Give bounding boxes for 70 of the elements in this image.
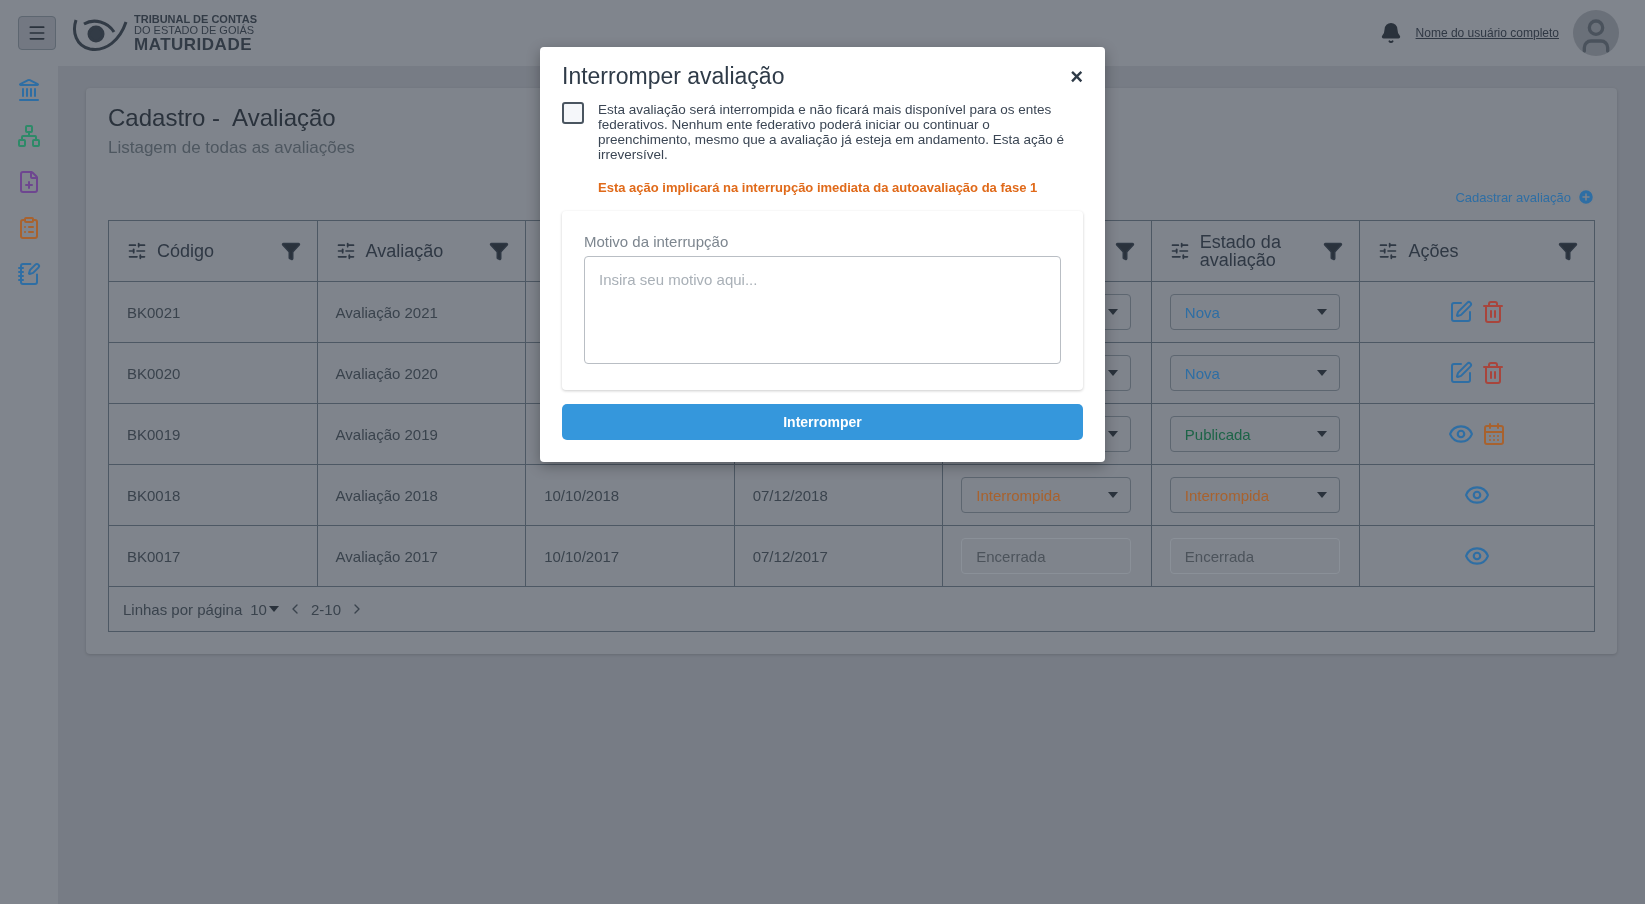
- logo-title: MATURIDADE: [134, 35, 253, 53]
- page-size-select[interactable]: 10: [250, 600, 279, 618]
- trash-icon[interactable]: [1481, 300, 1506, 324]
- table-cell: 07/12/2017: [752, 547, 828, 565]
- plus-icon[interactable]: [1577, 188, 1595, 206]
- page-range: 2-10: [310, 600, 341, 618]
- table-cell: BK0021: [127, 303, 181, 321]
- sliders-icon[interactable]: [1169, 241, 1190, 261]
- column-header[interactable]: Ações: [1360, 221, 1594, 281]
- table-cell: 10/10/2018: [544, 486, 620, 504]
- table-cell: 10/10/2017: [544, 547, 620, 565]
- caret-icon: [268, 606, 279, 612]
- column-title: Ações: [1408, 241, 1459, 261]
- column-header[interactable]: Código: [109, 221, 318, 281]
- caret-icon: [1316, 370, 1327, 376]
- column-header[interactable]: Estado da avaliação: [1151, 221, 1361, 281]
- menu-button[interactable]: [18, 16, 56, 50]
- edit-icon[interactable]: [1449, 361, 1474, 385]
- sliders-icon[interactable]: [335, 241, 356, 261]
- sliders-icon[interactable]: [1378, 241, 1399, 261]
- trash-icon[interactable]: [1481, 361, 1506, 385]
- reason-label: Motivo da interrupção: [584, 233, 730, 250]
- sliders-icon[interactable]: [127, 241, 147, 261]
- status-select[interactable]: Publicada: [1169, 416, 1340, 452]
- table-cell: BK0017: [127, 547, 181, 565]
- filter-icon[interactable]: [489, 241, 510, 261]
- clipboard-icon[interactable]: [17, 216, 41, 240]
- caret-icon: [1316, 492, 1327, 498]
- filter-icon[interactable]: [1323, 241, 1344, 261]
- caret-icon: [1108, 309, 1119, 315]
- caret-icon: [1316, 431, 1327, 437]
- table-cell: Avaliação 2019: [335, 425, 438, 443]
- caret-icon: [1316, 309, 1327, 315]
- table-cell: BK0020: [127, 364, 181, 382]
- user-name-link[interactable]: Nome do usuário completo: [1415, 26, 1559, 40]
- dialog-title: Interromper avaliação: [562, 63, 785, 90]
- table-cell: Avaliação 2018: [335, 486, 438, 504]
- reason-input[interactable]: Insira seu motivo aqui...: [584, 256, 1061, 364]
- table-cell: Avaliação 2020: [335, 364, 438, 382]
- confirm-checkbox[interactable]: [562, 102, 584, 124]
- bank-icon[interactable]: [17, 78, 41, 102]
- interrupt-button[interactable]: Interromper: [562, 404, 1083, 440]
- menu-icon[interactable]: [27, 23, 47, 43]
- table-cell: 07/12/2018: [752, 486, 828, 504]
- column-title: Avaliação: [365, 241, 444, 261]
- warning-text: Esta ação implicará na interrupção imediata da autoavaliação da fase 1: [598, 180, 1039, 195]
- table-cell: BK0018: [127, 486, 181, 504]
- caret-icon: [1108, 431, 1119, 437]
- caret-icon: [1108, 370, 1119, 376]
- table-cell: Avaliação 2017: [335, 547, 438, 565]
- column-title: Código: [157, 241, 215, 261]
- table-cell: Avaliação 2021: [335, 303, 438, 321]
- logo-text: DO ESTADO DE GOIÁS: [134, 24, 256, 36]
- notebook-icon[interactable]: [17, 262, 41, 286]
- avatar[interactable]: [1573, 10, 1619, 56]
- edit-icon[interactable]: [1449, 300, 1474, 324]
- bell-icon[interactable]: [1379, 22, 1402, 44]
- filter-icon[interactable]: [280, 241, 301, 261]
- confirm-text: Esta avaliação será interrompida e não ficará mais disponível para os entes federativos. Nenhum ente federativo poderá iniciar ou continuar o preenchimento, mesmo que a avaliação já esteja em andamento. Esta ação é irreversível.: [598, 102, 1066, 162]
- column-title: Estado da avaliação: [1199, 232, 1281, 270]
- filter-icon[interactable]: [1114, 241, 1135, 261]
- logo-text: TRIBUNAL DE CONTAS: [134, 13, 258, 25]
- caret-icon: [1108, 492, 1119, 498]
- page-title: Cadastro - Avaliação: [108, 104, 336, 132]
- table-cell: BK0019: [127, 425, 181, 443]
- close-button[interactable]: ×: [1070, 63, 1083, 90]
- rows-per-page-label: Linhas por página: [123, 600, 243, 618]
- filter-icon[interactable]: [1558, 241, 1578, 261]
- column-header[interactable]: Avaliação: [317, 221, 527, 281]
- file-plus-icon[interactable]: [17, 170, 41, 194]
